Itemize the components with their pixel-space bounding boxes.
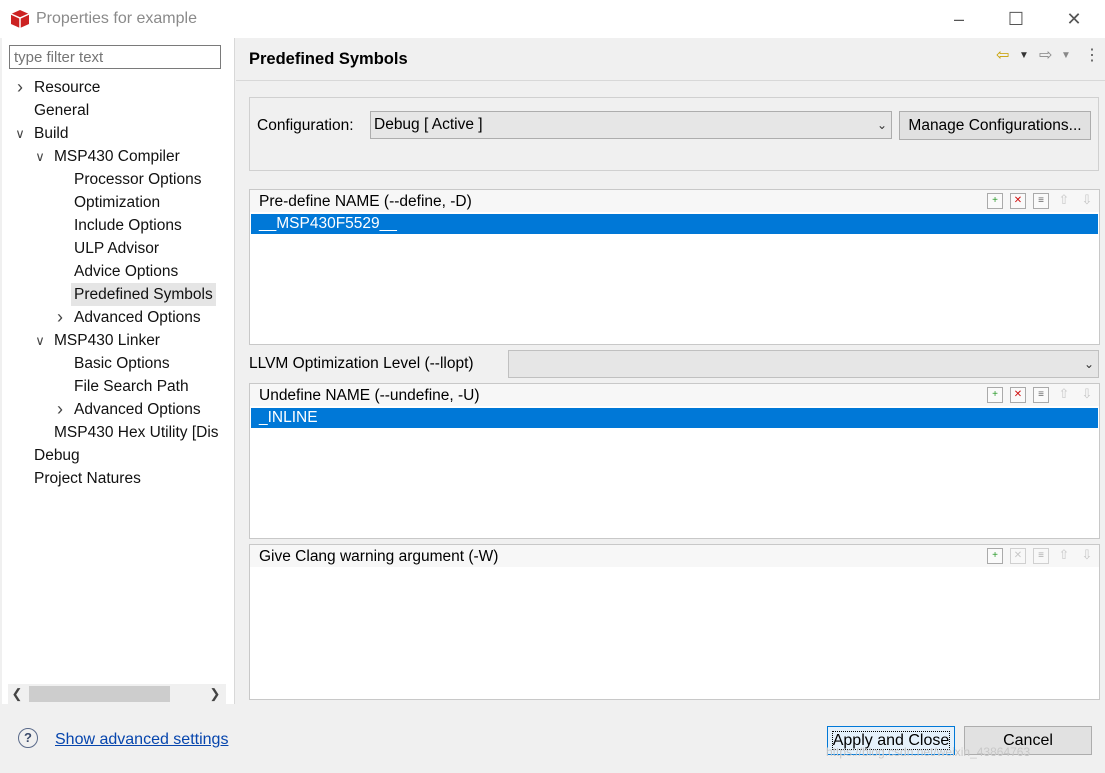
page-title: Predefined Symbols	[249, 50, 408, 68]
list-item[interactable]: _INLINE	[251, 408, 1098, 428]
move-down-icon[interactable]: ⇩	[1079, 193, 1095, 209]
clang-toolbar: + ✕ ≡ ⇧ ⇩	[980, 548, 1095, 566]
chevron-down-icon: ⌄	[1083, 357, 1094, 371]
move-up-icon[interactable]: ⇧	[1056, 548, 1072, 564]
predefine-title: Pre-define NAME (--define, -D)	[259, 193, 472, 210]
tree-item[interactable]: Optimization	[74, 191, 160, 214]
move-down-icon[interactable]: ⇩	[1079, 548, 1095, 564]
tree-item[interactable]: MSP430 Compiler	[54, 145, 180, 168]
clang-warning-panel: Give Clang warning argument (-W) + ✕ ≡ ⇧ ⇩	[249, 544, 1100, 700]
clang-title: Give Clang warning argument (-W)	[259, 548, 499, 565]
tree-item[interactable]: Resource	[34, 76, 100, 99]
delete-icon[interactable]: ✕	[1010, 193, 1026, 209]
edit-icon[interactable]: ≡	[1033, 193, 1049, 209]
tree-item[interactable]: Project Natures	[34, 467, 141, 490]
edit-icon[interactable]: ≡	[1033, 548, 1049, 564]
tree-item[interactable]: Basic Options	[74, 352, 170, 375]
chevron-down-icon[interactable]: ∨	[32, 145, 48, 168]
scroll-right-icon[interactable]: ❯	[206, 684, 224, 704]
view-menu-icon[interactable]: ⋮	[1084, 47, 1100, 65]
filter-input[interactable]	[9, 45, 221, 69]
predefine-panel: Pre-define NAME (--define, -D) + ✕ ≡ ⇧ ⇩ __M…	[249, 189, 1100, 345]
help-icon[interactable]: ?	[18, 728, 38, 748]
window-title: Properties for example	[36, 10, 197, 27]
delete-icon[interactable]: ✕	[1010, 548, 1026, 564]
minimize-icon[interactable]: –	[936, 0, 982, 38]
show-advanced-settings-link[interactable]: Show advanced settings	[55, 731, 228, 749]
llvm-optimization-select[interactable]: ⌄	[508, 350, 1099, 378]
tree-item[interactable]: Include Options	[74, 214, 182, 237]
undefine-toolbar: + ✕ ≡ ⇧ ⇩	[980, 387, 1095, 405]
tree-item[interactable]: Advanced Options	[74, 398, 201, 421]
tree-item[interactable]: File Search Path	[74, 375, 189, 398]
chevron-down-icon[interactable]: ∨	[12, 122, 28, 145]
predefine-panel-header: Pre-define NAME (--define, -D) + ✕ ≡ ⇧ ⇩	[250, 190, 1099, 212]
tree-item[interactable]: Processor Options	[74, 168, 202, 191]
scroll-left-icon[interactable]: ❮	[8, 684, 26, 704]
add-icon[interactable]: +	[987, 193, 1003, 209]
tree-item[interactable]: Build	[34, 122, 68, 145]
move-up-icon[interactable]: ⇧	[1056, 193, 1072, 209]
tree-item[interactable]: General	[34, 99, 89, 122]
maximize-icon[interactable]: ☐	[993, 0, 1039, 38]
tree-item[interactable]: Advice Options	[74, 260, 178, 283]
forward-dropdown-icon[interactable]: ▼	[1061, 47, 1071, 65]
list-item[interactable]: __MSP430F5529__	[251, 214, 1098, 234]
tree-item[interactable]: MSP430 Hex Utility [Dis	[54, 421, 226, 444]
add-icon[interactable]: +	[987, 548, 1003, 564]
chevron-down-icon[interactable]: ∨	[32, 329, 48, 352]
undefine-title: Undefine NAME (--undefine, -U)	[259, 387, 480, 404]
close-icon[interactable]: ✕	[1051, 0, 1097, 38]
move-down-icon[interactable]: ⇩	[1079, 387, 1095, 403]
chevron-right-icon[interactable]: ›	[52, 306, 68, 329]
back-dropdown-icon[interactable]: ▼	[1019, 47, 1029, 65]
scrollbar-thumb[interactable]	[29, 686, 170, 702]
tree-item[interactable]: MSP430 Linker	[54, 329, 160, 352]
move-up-icon[interactable]: ⇧	[1056, 387, 1072, 403]
undefine-panel: Undefine NAME (--undefine, -U) + ✕ ≡ ⇧ ⇩ _IN…	[249, 383, 1100, 539]
clang-panel-header: Give Clang warning argument (-W) + ✕ ≡ ⇧ ⇩	[250, 545, 1099, 567]
delete-icon[interactable]: ✕	[1010, 387, 1026, 403]
edit-icon[interactable]: ≡	[1033, 387, 1049, 403]
chevron-right-icon[interactable]: ›	[12, 76, 28, 99]
llvm-optimization-label: LLVM Optimization Level (--llopt)	[249, 355, 474, 372]
predefine-toolbar: + ✕ ≡ ⇧ ⇩	[980, 193, 1095, 211]
configuration-label: Configuration:	[257, 117, 354, 134]
add-icon[interactable]: +	[987, 387, 1003, 403]
watermark: https://blog.csdn.net/weixin_43864763	[826, 745, 1031, 759]
tree-item[interactable]: Advanced Options	[74, 306, 201, 329]
back-arrow-icon[interactable]: ⇦	[996, 47, 1009, 65]
chevron-down-icon: ⌄	[876, 118, 887, 132]
configuration-value: Debug [ Active ]	[374, 116, 483, 133]
manage-configurations-button[interactable]: Manage Configurations...	[899, 111, 1091, 140]
tree-item[interactable]: Predefined Symbols	[71, 283, 216, 306]
forward-arrow-icon[interactable]: ⇨	[1039, 47, 1052, 65]
undefine-panel-header: Undefine NAME (--undefine, -U) + ✕ ≡ ⇧ ⇩	[250, 384, 1099, 406]
tree-item[interactable]: Debug	[34, 444, 80, 467]
app-cube-icon	[10, 10, 30, 28]
configuration-select[interactable]: Debug [ Active ] ⌄	[370, 111, 892, 139]
chevron-right-icon[interactable]: ›	[52, 398, 68, 421]
tree-item[interactable]: ULP Advisor	[74, 237, 159, 260]
